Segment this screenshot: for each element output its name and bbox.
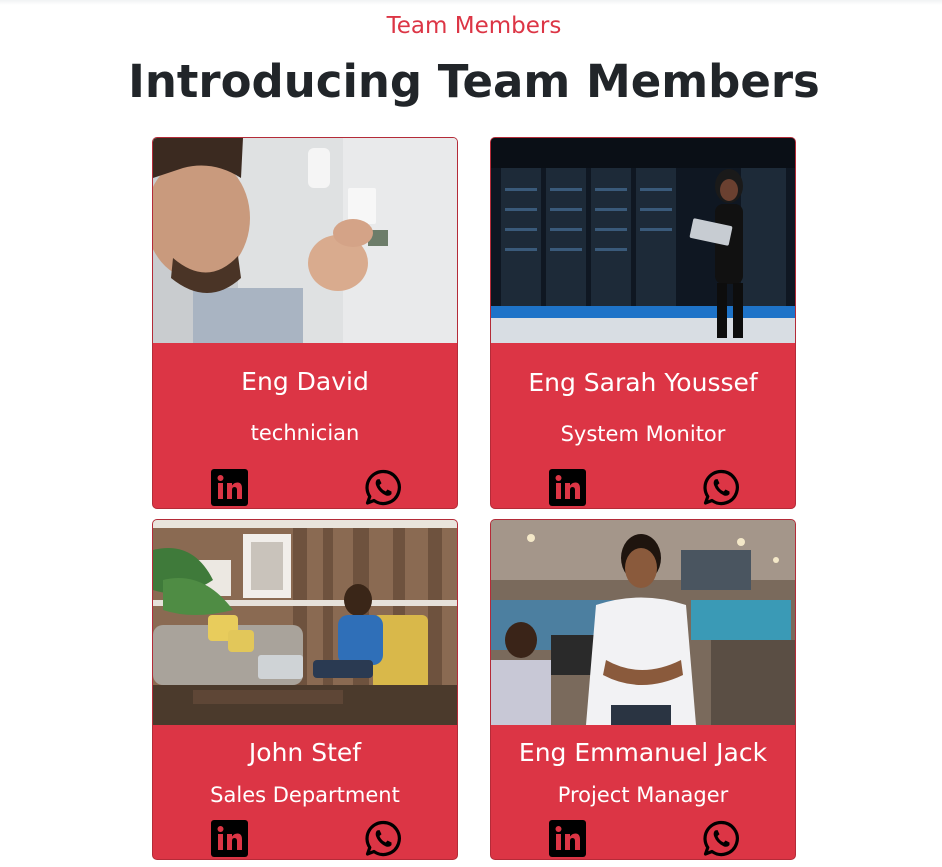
team-card: Eng Sarah Youssef System Monitor xyxy=(490,137,796,509)
section-title: Introducing Team Members xyxy=(128,55,820,108)
member-name: John Stef xyxy=(248,738,362,767)
whatsapp-icon[interactable] xyxy=(703,469,740,506)
member-name: Eng Emmanuel Jack xyxy=(518,738,768,767)
linkedin-icon[interactable] xyxy=(211,820,248,857)
member-photo xyxy=(153,520,457,725)
member-role: technician xyxy=(250,421,360,445)
team-card: Eng David technician xyxy=(152,137,458,509)
top-shadow-bar xyxy=(0,0,942,5)
whatsapp-icon[interactable] xyxy=(365,820,402,857)
linkedin-icon[interactable] xyxy=(549,820,586,857)
member-role: Project Manager xyxy=(557,783,729,807)
member-role: System Monitor xyxy=(560,422,726,446)
whatsapp-icon[interactable] xyxy=(703,820,740,857)
linkedin-icon[interactable] xyxy=(549,469,586,506)
member-name: Eng David xyxy=(241,367,369,396)
section-eyebrow: Team Members xyxy=(386,13,562,39)
member-photo xyxy=(153,138,457,343)
linkedin-icon[interactable] xyxy=(211,469,248,506)
member-name: Eng Sarah Youssef xyxy=(528,368,758,397)
member-photo xyxy=(491,520,795,725)
team-card: John Stef Sales Department xyxy=(152,519,458,860)
whatsapp-icon[interactable] xyxy=(365,469,402,506)
team-card: Eng Emmanuel Jack Project Manager xyxy=(490,519,796,860)
member-photo xyxy=(491,138,795,343)
member-role: Sales Department xyxy=(210,783,400,807)
